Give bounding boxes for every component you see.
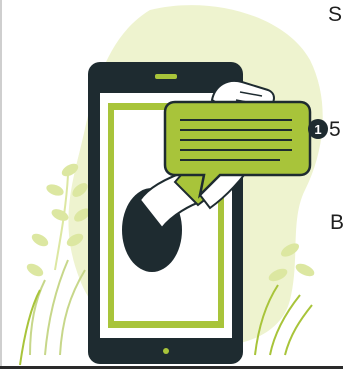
message-notification-illustration: 1 <box>0 0 343 369</box>
side-text-line-3: B <box>330 211 343 234</box>
side-text-line-2: 5 <box>329 118 341 141</box>
illustration-canvas: 1 S 5 B <box>0 0 343 369</box>
notification-badge-icon: 1 <box>308 119 328 139</box>
left-border <box>0 0 2 369</box>
phone-home-button <box>163 348 169 354</box>
side-text-line-1: S <box>328 3 343 26</box>
phone-speaker <box>155 74 177 79</box>
notification-badge-count: 1 <box>314 122 321 137</box>
